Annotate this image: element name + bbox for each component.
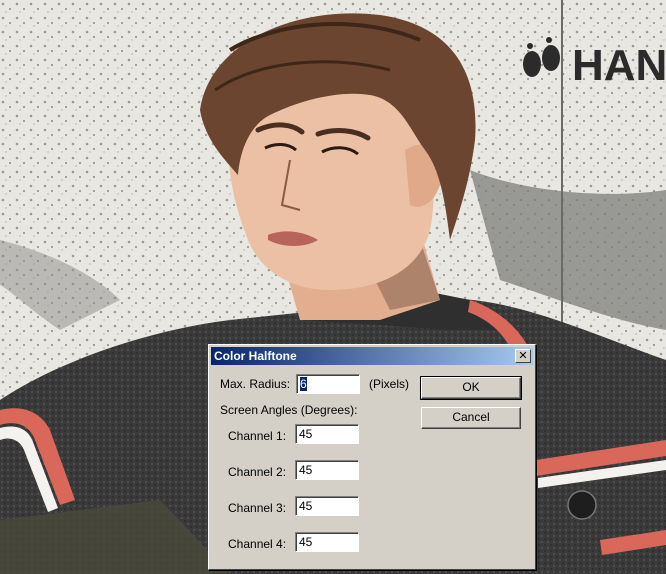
channel-3-label: Channel 3:: [228, 501, 287, 515]
color-halftone-dialog: Color Halftone ✕ Max. Radius: 6 (Pixels)…: [208, 344, 536, 570]
screen-angles-label: Screen Angles (Degrees):: [220, 403, 358, 417]
close-icon: ✕: [518, 349, 528, 362]
channel-1-input[interactable]: 45: [295, 424, 359, 444]
channel-2-label: Channel 2:: [228, 465, 287, 479]
dialog-titlebar[interactable]: Color Halftone ✕: [211, 347, 533, 365]
max-radius-unit: (Pixels): [369, 377, 410, 391]
channel-1-value: 45: [299, 427, 313, 441]
ok-button[interactable]: OK: [420, 376, 522, 400]
channel-3-input[interactable]: 45: [295, 496, 359, 516]
channel-2-input[interactable]: 45: [295, 460, 359, 480]
channel-4-input[interactable]: 45: [295, 532, 359, 552]
channel-3-value: 45: [299, 499, 313, 513]
max-radius-input[interactable]: 6: [296, 374, 360, 394]
channel-4-value: 45: [299, 535, 313, 549]
cancel-button[interactable]: Cancel: [421, 407, 521, 429]
dialog-title: Color Halftone: [214, 349, 297, 363]
close-button[interactable]: ✕: [515, 349, 531, 363]
channel-4-label: Channel 4:: [228, 537, 287, 551]
max-radius-label: Max. Radius:: [220, 377, 291, 391]
max-radius-value: 6: [300, 377, 307, 391]
channel-1-label: Channel 1:: [228, 429, 287, 443]
logo-text: HAN: [572, 41, 666, 90]
channel-2-value: 45: [299, 463, 313, 477]
